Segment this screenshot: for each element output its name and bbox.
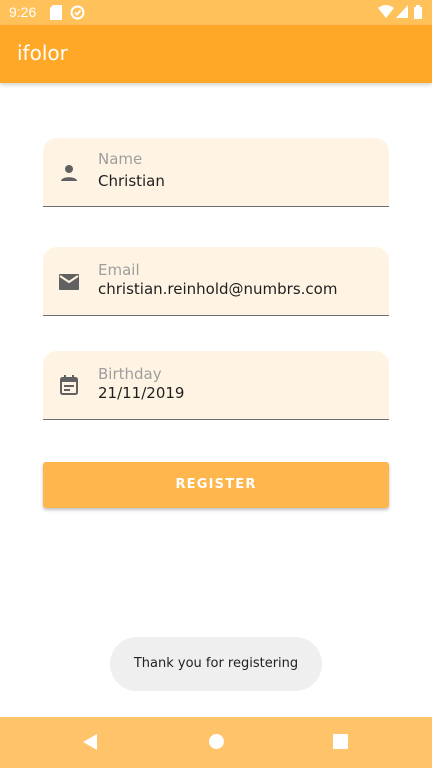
home-icon[interactable] [208, 733, 225, 755]
name-field-label: Name [98, 150, 143, 168]
birthday-field-value[interactable]: 21/11/2019 [98, 384, 184, 402]
email-field-value[interactable]: christian.reinhold@numbrs.com [98, 280, 337, 298]
birthday-field-label: Birthday [98, 365, 162, 383]
name-field-value[interactable]: Christian [98, 172, 165, 190]
name-field[interactable]: Name Christian [43, 138, 389, 207]
email-field[interactable]: Email christian.reinhold@numbrs.com [43, 247, 389, 316]
person-icon [57, 161, 81, 185]
battery-icon [414, 5, 422, 22]
birthday-field[interactable]: Birthday 21/11/2019 [43, 351, 389, 420]
toast-message: Thank you for registering [110, 637, 322, 691]
recents-icon[interactable] [332, 733, 349, 755]
wifi-icon [378, 5, 394, 21]
navigation-bar [0, 717, 432, 768]
register-button[interactable]: REGISTER [43, 462, 389, 508]
calendar-icon [57, 373, 81, 397]
back-icon[interactable] [82, 733, 98, 756]
app-title: ifolor [17, 41, 68, 65]
mail-icon [57, 270, 81, 294]
cell-signal-icon [396, 5, 408, 21]
sd-card-icon [50, 5, 62, 23]
status-time: 9:26 [9, 4, 37, 20]
email-field-label: Email [98, 261, 140, 279]
data-saver-icon [70, 5, 85, 23]
app-bar: ifolor [0, 25, 432, 83]
status-bar: 9:26 [0, 0, 432, 25]
